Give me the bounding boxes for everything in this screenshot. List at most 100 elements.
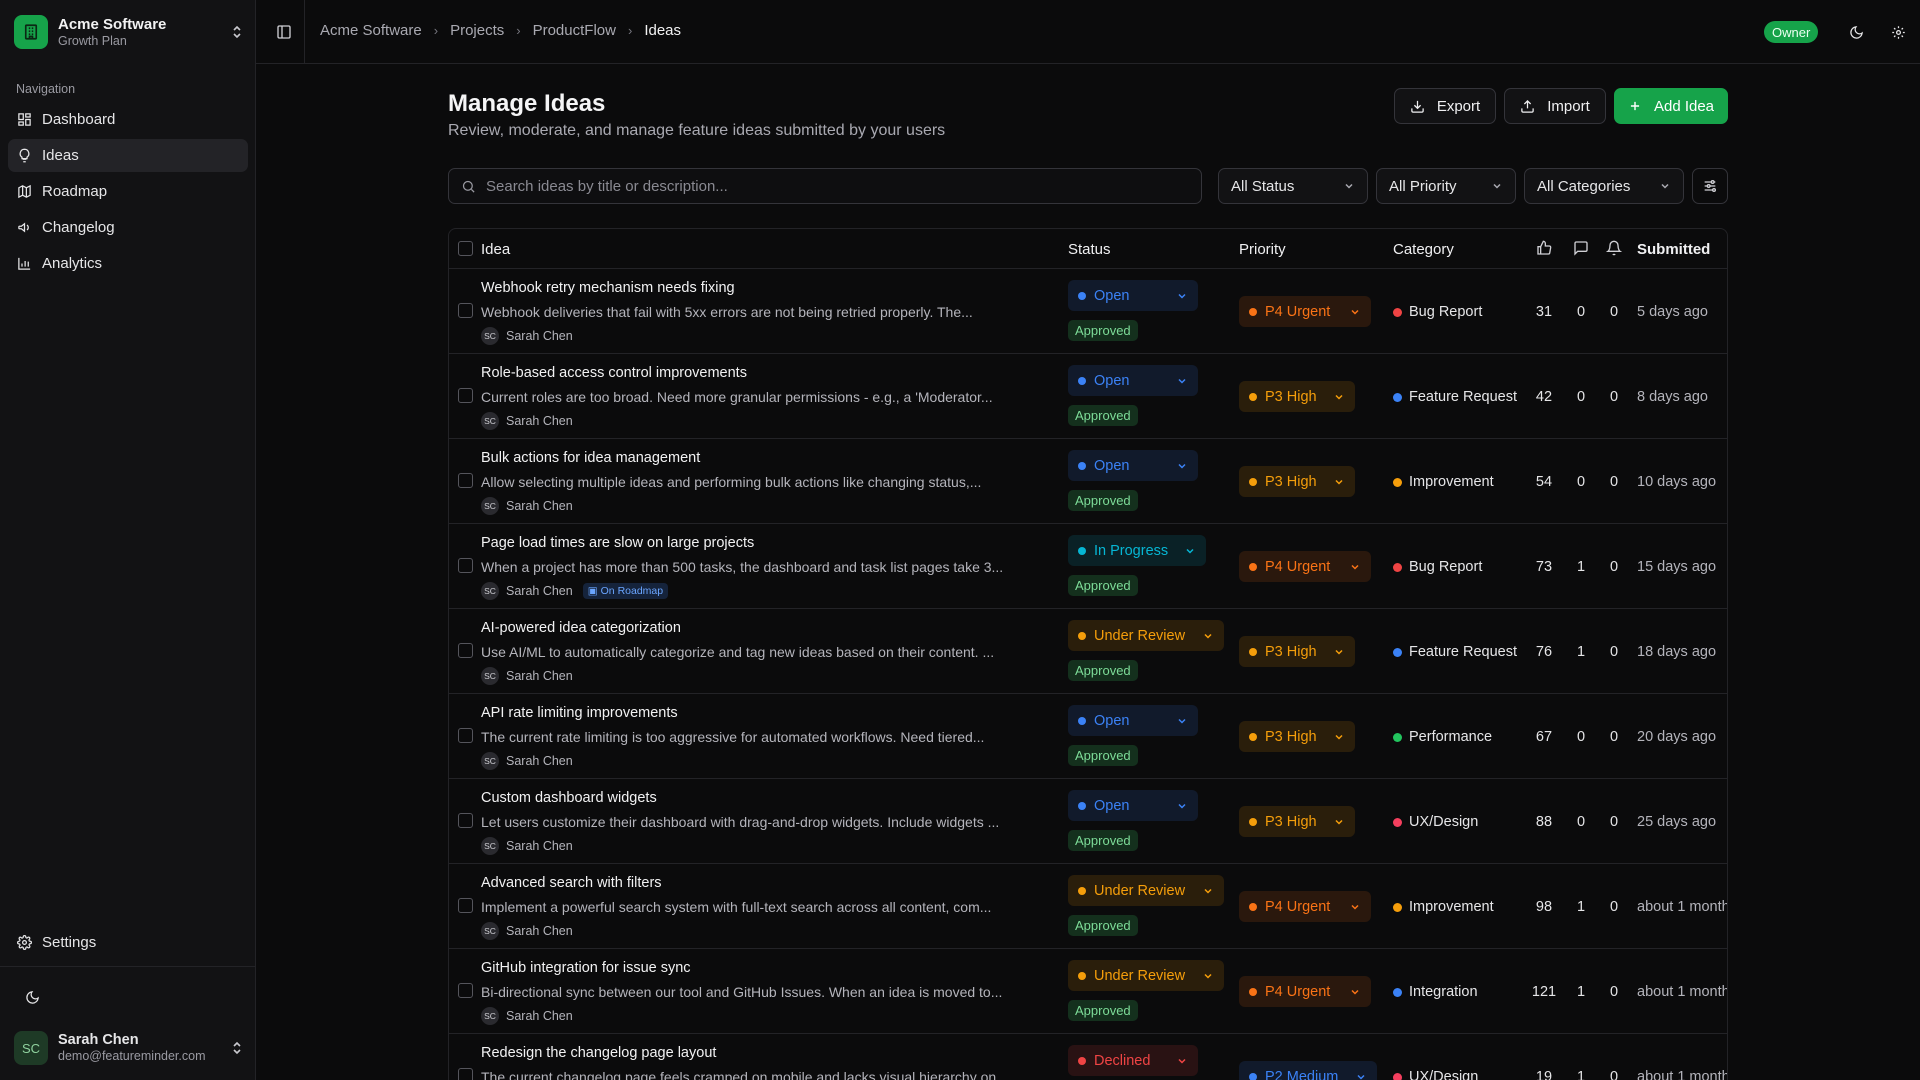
priority-dropdown[interactable]: P4 Urgent xyxy=(1239,296,1371,327)
idea-title[interactable]: Bulk actions for idea management xyxy=(481,450,700,466)
breadcrumb-item[interactable]: Acme Software xyxy=(320,22,422,39)
row-checkbox[interactable] xyxy=(458,558,473,573)
idea-title[interactable]: Custom dashboard widgets xyxy=(481,790,657,806)
status-dropdown[interactable]: In Progress xyxy=(1068,535,1206,566)
breadcrumb-item[interactable]: Projects xyxy=(450,22,504,39)
sidebar-item-ideas[interactable]: Ideas xyxy=(8,139,248,172)
sidebar-item-changelog[interactable]: Changelog xyxy=(8,211,248,244)
priority-dropdown[interactable]: P3 High xyxy=(1239,721,1355,752)
priority-dropdown[interactable]: P3 High xyxy=(1239,466,1355,497)
category-dot xyxy=(1393,902,1402,912)
export-button[interactable]: Export xyxy=(1394,88,1496,124)
table-row[interactable]: Page load times are slow on large projec… xyxy=(449,524,1727,609)
idea-title[interactable]: Page load times are slow on large projec… xyxy=(481,535,754,551)
breadcrumb-item[interactable]: ProductFlow xyxy=(533,22,616,39)
idea-title[interactable]: GitHub integration for issue sync xyxy=(481,960,691,976)
add-idea-button[interactable]: Add Idea xyxy=(1614,88,1728,124)
status-filter-select[interactable]: All Status xyxy=(1218,168,1368,204)
status-dropdown[interactable]: Open xyxy=(1068,365,1198,396)
table-row[interactable]: AI-powered idea categorization Use AI/ML … xyxy=(449,609,1727,694)
column-header-idea[interactable]: Idea xyxy=(481,241,510,258)
table-row[interactable]: Role-based access control improvements Cu… xyxy=(449,354,1727,439)
author-name: Sarah Chen xyxy=(506,329,573,343)
import-button[interactable]: Import xyxy=(1504,88,1606,124)
column-header-submitted[interactable]: Submitted xyxy=(1637,241,1710,258)
column-header-status[interactable]: Status xyxy=(1068,241,1111,258)
chevron-down-icon xyxy=(1204,888,1212,894)
priority-dropdown[interactable]: P3 High xyxy=(1239,381,1355,412)
comment-count: 1 xyxy=(1576,644,1586,660)
sidebar-item-settings[interactable]: Settings xyxy=(8,926,248,959)
user-menu[interactable]: SC Sarah Chen demo@featureminder.com xyxy=(14,1030,244,1066)
category-dot xyxy=(1393,647,1402,657)
status-dropdown[interactable]: Under Review xyxy=(1068,960,1224,991)
subscriber-count: 0 xyxy=(1609,899,1619,915)
table-row[interactable]: API rate limiting improvements The curren… xyxy=(449,694,1727,779)
approval-badge: Approved xyxy=(1068,1000,1138,1021)
chevron-down-icon xyxy=(1178,463,1186,469)
row-checkbox[interactable] xyxy=(458,643,473,658)
status-dropdown[interactable]: Under Review xyxy=(1068,620,1224,651)
avatar: SC xyxy=(481,922,499,940)
status-dropdown[interactable]: Open xyxy=(1068,790,1198,821)
theme-toggle-button[interactable] xyxy=(20,985,44,1009)
idea-title[interactable]: AI-powered idea categorization xyxy=(481,620,681,636)
priority-dropdown[interactable]: P4 Urgent xyxy=(1239,891,1371,922)
search-input[interactable] xyxy=(486,177,1166,195)
status-dropdown[interactable]: Under Review xyxy=(1068,875,1224,906)
category-cell: UX/Design xyxy=(1393,814,1478,830)
status-label: Under Review xyxy=(1094,967,1186,984)
filter-settings-button[interactable] xyxy=(1692,168,1728,204)
idea-title[interactable]: Webhook retry mechanism needs fixing xyxy=(481,280,735,296)
table-row[interactable]: Webhook retry mechanism needs fixing Webh… xyxy=(449,269,1727,354)
table-row[interactable]: Custom dashboard widgets Let users custom… xyxy=(449,779,1727,864)
row-checkbox[interactable] xyxy=(458,1068,473,1080)
row-checkbox[interactable] xyxy=(458,303,473,318)
idea-title[interactable]: Advanced search with filters xyxy=(481,875,662,891)
sidebar-item-roadmap[interactable]: Roadmap xyxy=(8,175,248,208)
thumbs-up-icon[interactable] xyxy=(1536,240,1552,260)
sidebar-item-analytics[interactable]: Analytics xyxy=(8,247,248,280)
row-checkbox[interactable] xyxy=(458,728,473,743)
sidebar-item-dashboard[interactable]: Dashboard xyxy=(8,103,248,136)
idea-title[interactable]: Role-based access control improvements xyxy=(481,365,747,381)
status-dropdown[interactable]: Open xyxy=(1068,280,1198,311)
status-dropdown[interactable]: Declined xyxy=(1068,1045,1198,1076)
theme-toggle-button[interactable] xyxy=(1844,20,1868,44)
priority-dropdown[interactable]: P3 High xyxy=(1239,806,1355,837)
priority-dropdown[interactable]: P4 Urgent xyxy=(1239,976,1371,1007)
priority-filter-select[interactable]: All Priority xyxy=(1376,168,1516,204)
row-checkbox[interactable] xyxy=(458,388,473,403)
status-dropdown[interactable]: Open xyxy=(1068,450,1198,481)
org-switcher[interactable]: Acme Software Growth Plan xyxy=(14,14,244,50)
status-dropdown[interactable]: Open xyxy=(1068,705,1198,736)
comment-icon[interactable] xyxy=(1573,240,1589,260)
row-checkbox[interactable] xyxy=(458,898,473,913)
bell-icon[interactable] xyxy=(1605,240,1623,260)
category-filter-select[interactable]: All Categories xyxy=(1524,168,1684,204)
status-dot xyxy=(1078,291,1086,300)
priority-dropdown[interactable]: P3 High xyxy=(1239,636,1355,667)
priority-dropdown[interactable]: P2 Medium xyxy=(1239,1061,1377,1080)
column-header-priority[interactable]: Priority xyxy=(1239,241,1286,258)
topbar-divider xyxy=(304,0,305,64)
row-checkbox[interactable] xyxy=(458,983,473,998)
row-checkbox[interactable] xyxy=(458,473,473,488)
idea-title[interactable]: Redesign the changelog page layout xyxy=(481,1045,716,1061)
row-checkbox[interactable] xyxy=(458,813,473,828)
sidebar-nav: Dashboard Ideas Roadmap Changelog Analyt… xyxy=(8,103,248,283)
table-row[interactable]: Bulk actions for idea management Allow se… xyxy=(449,439,1727,524)
table-row[interactable]: GitHub integration for issue sync Bi-dire… xyxy=(449,949,1727,1034)
idea-title[interactable]: API rate limiting improvements xyxy=(481,705,678,721)
priority-dropdown[interactable]: P4 Urgent xyxy=(1239,551,1371,582)
table-row[interactable]: Advanced search with filters Implement a … xyxy=(449,864,1727,949)
avatar: SC xyxy=(481,582,499,600)
table-row[interactable]: Redesign the changelog page layout The cu… xyxy=(449,1034,1727,1080)
select-all-checkbox[interactable] xyxy=(458,241,473,256)
column-header-category[interactable]: Category xyxy=(1393,241,1454,258)
toggle-sidebar-button[interactable] xyxy=(272,20,296,44)
submitted-date: 25 days ago xyxy=(1637,814,1717,830)
settings-button[interactable] xyxy=(1886,20,1910,44)
comment-count: 1 xyxy=(1576,559,1586,575)
status-label: Under Review xyxy=(1094,882,1186,899)
